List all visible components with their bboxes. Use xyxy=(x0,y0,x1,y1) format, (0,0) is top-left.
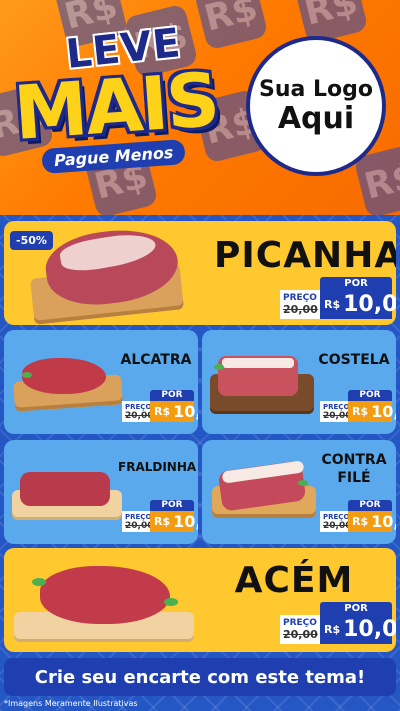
disclaimer-text: *Imagens Meramente Ilustrativas xyxy=(4,699,138,708)
currency-symbol: R$ xyxy=(352,515,369,528)
product-name: ALCATRA xyxy=(120,352,192,368)
new-price-box: R$ 10,00 xyxy=(348,401,396,422)
brand-main-text: MAIS xyxy=(11,56,221,158)
discount-badge: -50% xyxy=(10,231,53,250)
price-tag: POR PREÇO 20,00 R$ 10,00 xyxy=(320,390,396,422)
product-card-alcatra[interactable]: ALCATRA POR PREÇO 20,00 R$ 10,00 xyxy=(4,330,198,434)
product-name: FRALDINHA xyxy=(118,460,197,474)
old-price: 20,00 xyxy=(323,520,352,531)
old-price: 20,00 xyxy=(125,520,154,531)
product-card-costela[interactable]: COSTELA POR PREÇO 20,00 R$ 10,00 xyxy=(202,330,396,434)
herb-garnish xyxy=(22,372,32,378)
preco-label: PREÇO xyxy=(283,293,317,303)
currency-symbol: R$ xyxy=(324,298,341,311)
create-flyer-button[interactable]: Crie seu encarte com este tema! xyxy=(4,658,396,696)
logo-line-2: Aqui xyxy=(277,101,355,136)
old-price: 20,00 xyxy=(323,410,352,421)
store-logo-placeholder[interactable]: Sua Logo Aqui xyxy=(246,36,386,176)
preco-label: PREÇO xyxy=(323,512,350,521)
old-price-box: PREÇO 20,00 xyxy=(320,401,352,422)
herb-garnish xyxy=(32,578,46,586)
preco-label: PREÇO xyxy=(125,512,152,521)
product-name: PICANHA xyxy=(214,235,396,276)
herb-garnish xyxy=(214,364,224,370)
price-tag: POR PREÇO 20,00 R$ 10,00 xyxy=(122,390,198,422)
brand-logo: LEVE MAIS Pague Menos xyxy=(11,20,224,176)
old-price: 20,00 xyxy=(283,628,318,641)
product-card-acem[interactable]: ACÉM POR PREÇO 20,00 R$ 10,00 KG xyxy=(4,548,396,652)
old-price: 20,00 xyxy=(125,410,154,421)
price-tag: POR PREÇO 20,00 R$ 10,00 KG xyxy=(280,277,396,319)
product-name: ACÉM xyxy=(234,560,354,601)
alcatra-meat-image xyxy=(22,358,106,394)
price-por-label: POR xyxy=(150,390,194,401)
currency-symbol: R$ xyxy=(352,405,369,418)
preco-label: PREÇO xyxy=(283,618,317,628)
price-tag: POR PREÇO 20,00 R$ 10,00 KG xyxy=(280,602,396,644)
old-price-box: PREÇO 20,00 xyxy=(280,290,320,319)
price-por-label: POR xyxy=(320,602,392,615)
herb-garnish xyxy=(164,598,178,606)
product-name: COSTELA xyxy=(318,352,390,368)
new-price: 10,00 xyxy=(173,402,198,421)
price-por-label: POR xyxy=(348,500,392,511)
old-price: 20,00 xyxy=(283,303,318,316)
new-price: 10,00 xyxy=(343,292,396,317)
currency-symbol: R$ xyxy=(154,515,171,528)
old-price-box: PREÇO 20,00 xyxy=(320,511,352,532)
currency-symbol: R$ xyxy=(154,405,171,418)
old-price-box: PREÇO 20,00 xyxy=(122,401,154,422)
new-price-box: R$ 10,00 KG xyxy=(320,290,396,319)
acem-meat-image xyxy=(40,566,170,624)
logo-line-1: Sua Logo xyxy=(258,77,373,102)
new-price: 10,00 xyxy=(371,402,396,421)
product-card-picanha[interactable]: -50% PICANHA POR PREÇO 20,00 R$ 10,00 KG xyxy=(4,221,396,325)
new-price-box: R$ 10,00 KG xyxy=(320,615,396,644)
new-price: 10,00 xyxy=(173,512,198,531)
new-price-box: R$ 10,00 xyxy=(150,401,198,422)
meat-fat xyxy=(222,358,294,368)
herb-garnish xyxy=(298,480,308,486)
price-por-label: POR xyxy=(150,500,194,511)
price-por-label: POR xyxy=(320,277,392,290)
preco-label: PREÇO xyxy=(125,402,152,411)
new-price: 10,00 xyxy=(343,617,396,642)
product-card-fraldinha[interactable]: FRALDINHA POR PREÇO 20,00 R$ 10,00 xyxy=(4,440,198,544)
old-price-box: PREÇO 20,00 xyxy=(280,615,320,644)
new-price-box: R$ 10,00 xyxy=(348,511,396,532)
fraldinha-meat-image xyxy=(20,472,110,506)
header-banner: R$ R$ R$ R$ R$ R$ R$ R$ LEVE MAIS Pague … xyxy=(0,0,400,215)
preco-label: PREÇO xyxy=(323,402,350,411)
product-card-contra-file[interactable]: CONTRA FILÉ POR PREÇO 20,00 R$ 10,00 xyxy=(202,440,396,544)
new-price-box: R$ 10,00 xyxy=(150,511,198,532)
price-tag: POR PREÇO 20,00 R$ 10,00 xyxy=(320,500,396,532)
price-tag: POR PREÇO 20,00 R$ 10,00 xyxy=(122,500,198,532)
price-por-label: POR xyxy=(348,390,392,401)
new-price: 10,00 xyxy=(371,512,396,531)
product-name: CONTRA FILÉ xyxy=(321,452,387,486)
old-price-box: PREÇO 20,00 xyxy=(122,511,154,532)
currency-symbol: R$ xyxy=(324,623,341,636)
